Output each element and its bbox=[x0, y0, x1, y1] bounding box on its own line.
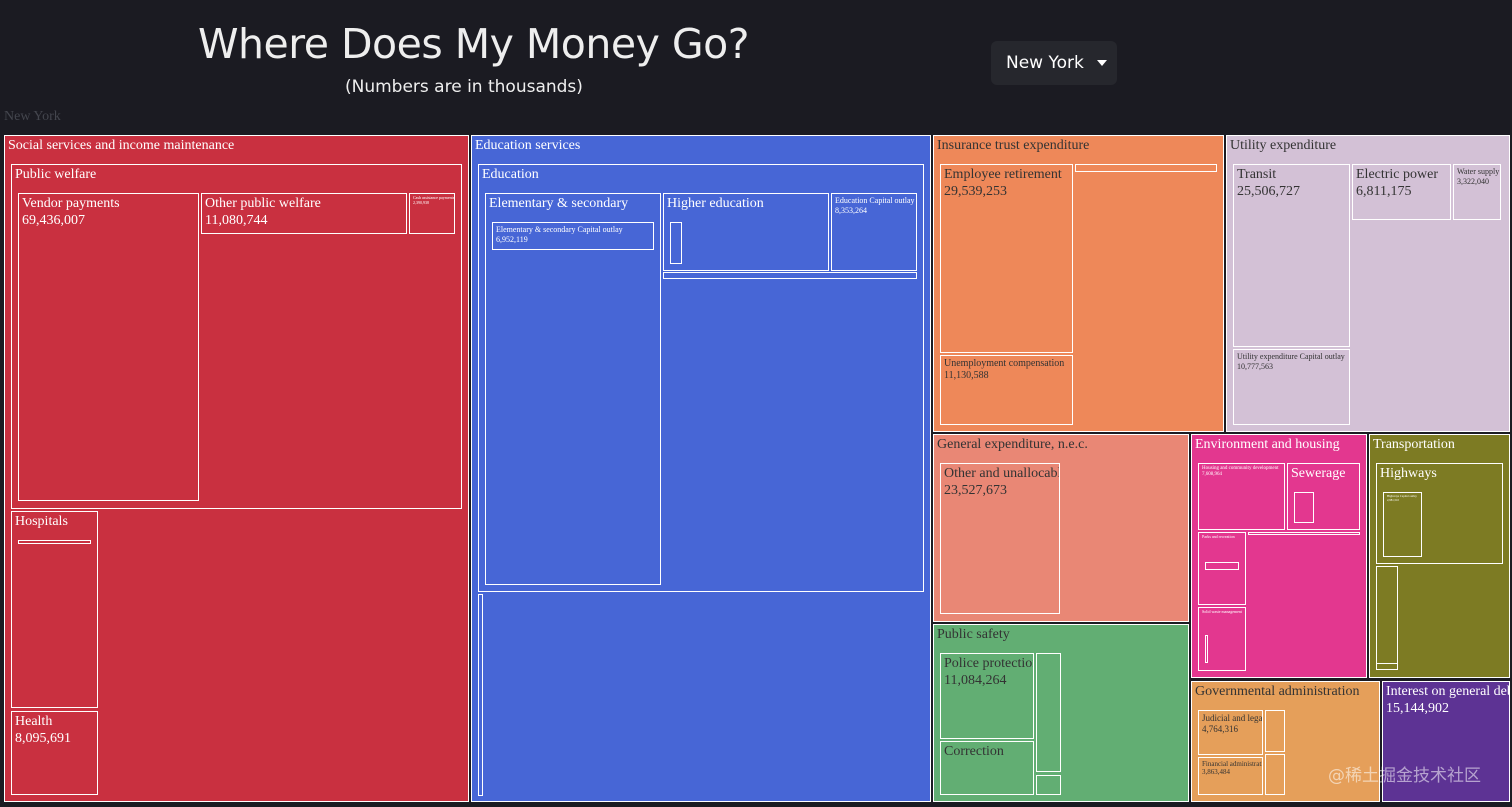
treemap-label: Health bbox=[15, 714, 53, 729]
treemap-cell-governmental-sub-2[interactable] bbox=[1265, 754, 1285, 795]
treemap-cell-financial-administration[interactable]: Financial administration3,863,484 bbox=[1198, 757, 1263, 795]
treemap-cell-higher-education-sub[interactable] bbox=[670, 222, 682, 264]
treemap-value: 11,080,744 bbox=[205, 212, 268, 228]
treemap-cell-other-and-unallocable[interactable]: Other and unallocable 23,527,673 bbox=[940, 463, 1060, 614]
treemap-label: Environment and housing bbox=[1195, 437, 1340, 452]
treemap-label: Social services and income maintenance bbox=[8, 138, 235, 153]
treemap-cell-governmental-sub[interactable] bbox=[1265, 710, 1285, 752]
treemap-cell-utility-expenditure-capital-outlay[interactable]: Utility expenditure Capital outlay 10,777… bbox=[1233, 349, 1350, 425]
treemap-value: 2,390,938 bbox=[413, 199, 429, 205]
treemap-label: Other and unallocable bbox=[944, 466, 1060, 481]
treemap-value: 25,506,727 bbox=[1237, 183, 1300, 199]
treemap-label: Utility expenditure bbox=[1230, 138, 1337, 153]
treemap-value: 8,095,691 bbox=[15, 730, 71, 746]
treemap-cell-hospitals-sub[interactable] bbox=[18, 540, 91, 544]
treemap-cell-education-capital-outlay[interactable]: Education Capital outlay 8,353,264 bbox=[831, 193, 917, 271]
treemap-label: Unemployment compensation bbox=[944, 358, 1065, 369]
treemap-cell-employee-retirement[interactable]: Employee retirement 29,539,253 bbox=[940, 164, 1073, 353]
treemap-value: 23,527,673 bbox=[944, 482, 1007, 498]
treemap-cell-education-services-sliver[interactable] bbox=[478, 594, 483, 796]
treemap-value: 4,764,316 bbox=[1202, 723, 1238, 734]
treemap-cell-education-thin-strip[interactable] bbox=[663, 272, 917, 279]
treemap-cell-public-safety-sub-2[interactable] bbox=[1036, 775, 1061, 795]
treemap-value: 3,322,040 bbox=[1457, 176, 1489, 186]
treemap-label: Utility expenditure Capital outlay bbox=[1237, 352, 1345, 361]
treemap-label: Electric power bbox=[1356, 167, 1439, 182]
treemap-label: General expenditure, n.e.c. bbox=[937, 437, 1088, 452]
treemap-label: Higher education bbox=[667, 196, 764, 211]
treemap-cell-parks-sub[interactable] bbox=[1205, 562, 1239, 570]
treemap-label: Police protection bbox=[944, 656, 1034, 671]
treemap-value: 3,863,484 bbox=[1202, 768, 1230, 777]
treemap-label: Employee retirement bbox=[944, 167, 1062, 182]
treemap-label: Education bbox=[482, 167, 539, 182]
treemap-cell-other-public-welfare[interactable]: Other public welfare 11,080,744 bbox=[201, 193, 407, 234]
treemap-cell-solid-waste-sub[interactable] bbox=[1205, 635, 1208, 663]
treemap-label: Parks and recreation bbox=[1202, 534, 1235, 539]
treemap-cell-vendor-payments[interactable]: Vendor payments 69,436,007 bbox=[18, 193, 199, 501]
treemap-value: 6,952,119 bbox=[496, 234, 528, 244]
treemap-cell-sewerage-sub[interactable] bbox=[1294, 492, 1314, 523]
treemap-cell-police-protection[interactable]: Police protection 11,084,264 bbox=[940, 653, 1034, 739]
treemap-cell-environment-thin-strip[interactable] bbox=[1248, 532, 1360, 535]
treemap-cell-transportation-sub[interactable] bbox=[1376, 566, 1398, 670]
treemap-value: 8,353,264 bbox=[835, 205, 867, 215]
treemap-cell-correction[interactable]: Correction bbox=[940, 741, 1034, 795]
treemap-label: Transportation bbox=[1373, 437, 1455, 452]
treemap-value: 7,608,964 bbox=[1202, 472, 1222, 477]
treemap-label: Public welfare bbox=[15, 167, 97, 182]
treemap-value: 29,539,253 bbox=[944, 183, 1007, 199]
treemap-cell-highways-capital-outlay[interactable]: Highways Capital outlay 2,981,510 bbox=[1383, 492, 1422, 557]
treemap-label: Interest on general debt bbox=[1386, 684, 1510, 699]
treemap-label: Public safety bbox=[937, 627, 1010, 642]
treemap-label: Vendor payments bbox=[22, 196, 120, 211]
treemap-label: Education services bbox=[475, 138, 581, 153]
treemap-label: Other public welfare bbox=[205, 196, 321, 211]
treemap-cell-unemployment-compensation[interactable]: Unemployment compensation 11,130,588 bbox=[940, 355, 1073, 425]
treemap-cell-health[interactable]: Health 8,095,691 bbox=[11, 711, 98, 795]
treemap-value: 15,144,902 bbox=[1386, 700, 1449, 716]
treemap-label: Water supply bbox=[1457, 167, 1500, 176]
treemap-label: Elementary & secondary bbox=[489, 196, 629, 211]
treemap-value: 10,777,563 bbox=[1237, 361, 1273, 371]
treemap-label: Education Capital outlay bbox=[835, 196, 915, 205]
watermark: @稀土掘金技术社区 bbox=[1328, 766, 1481, 786]
treemap-label: Hospitals bbox=[15, 514, 68, 529]
treemap-cell-higher-education[interactable]: Higher education bbox=[663, 193, 829, 271]
treemap-value: 11,130,588 bbox=[944, 370, 989, 381]
treemap-cell-transit[interactable]: Transit 25,506,727 bbox=[1233, 164, 1350, 347]
treemap-cell-housing-and-community-development[interactable]: Housing and community development 7,608,9… bbox=[1198, 463, 1285, 530]
treemap-cell-public-safety-sub[interactable] bbox=[1036, 653, 1061, 772]
treemap-label: Solid waste management bbox=[1202, 609, 1242, 614]
treemap-cell-judicial-and-legal[interactable]: Judicial and legal 4,764,316 bbox=[1198, 710, 1263, 755]
treemap-chart: Social services and income maintenance Pu… bbox=[0, 0, 1512, 807]
treemap-cell-electric-power[interactable]: Electric power 6,811,175 bbox=[1352, 164, 1451, 220]
treemap-label: Governmental administration bbox=[1195, 684, 1360, 699]
treemap-cell-cash-assistance-payments[interactable]: Cash assistance payments 2,390,938 bbox=[409, 193, 455, 234]
treemap-cell-elementary-secondary[interactable]: Elementary & secondary bbox=[485, 193, 661, 585]
treemap-value: 69,436,007 bbox=[22, 212, 85, 228]
treemap-value: 6,811,175 bbox=[1356, 183, 1412, 199]
treemap-label: Correction bbox=[944, 744, 1004, 759]
treemap-label: Financial administration bbox=[1202, 760, 1263, 768]
treemap-label: Judicial and legal bbox=[1202, 713, 1263, 723]
treemap-cell-transportation-sub-2[interactable] bbox=[1376, 663, 1398, 670]
treemap-label: Transit bbox=[1237, 167, 1277, 182]
treemap-label: Insurance trust expenditure bbox=[937, 138, 1090, 153]
treemap-label: Elementary & secondary Capital outlay bbox=[496, 225, 623, 234]
treemap-label: Sewerage bbox=[1291, 466, 1346, 481]
treemap-value: 2,981,510 bbox=[1387, 497, 1399, 502]
treemap-cell-water-supply[interactable]: Water supply 3,322,040 bbox=[1453, 164, 1501, 220]
treemap-cell-insurance-thin-strip[interactable] bbox=[1075, 164, 1217, 172]
treemap-value: 11,084,264 bbox=[944, 672, 1007, 688]
treemap-label: Housing and community development bbox=[1202, 466, 1279, 471]
treemap-cell-elementary-secondary-capital-outlay[interactable]: Elementary & secondary Capital outlay 6,9… bbox=[492, 222, 654, 250]
treemap-label: Highways bbox=[1380, 466, 1437, 481]
